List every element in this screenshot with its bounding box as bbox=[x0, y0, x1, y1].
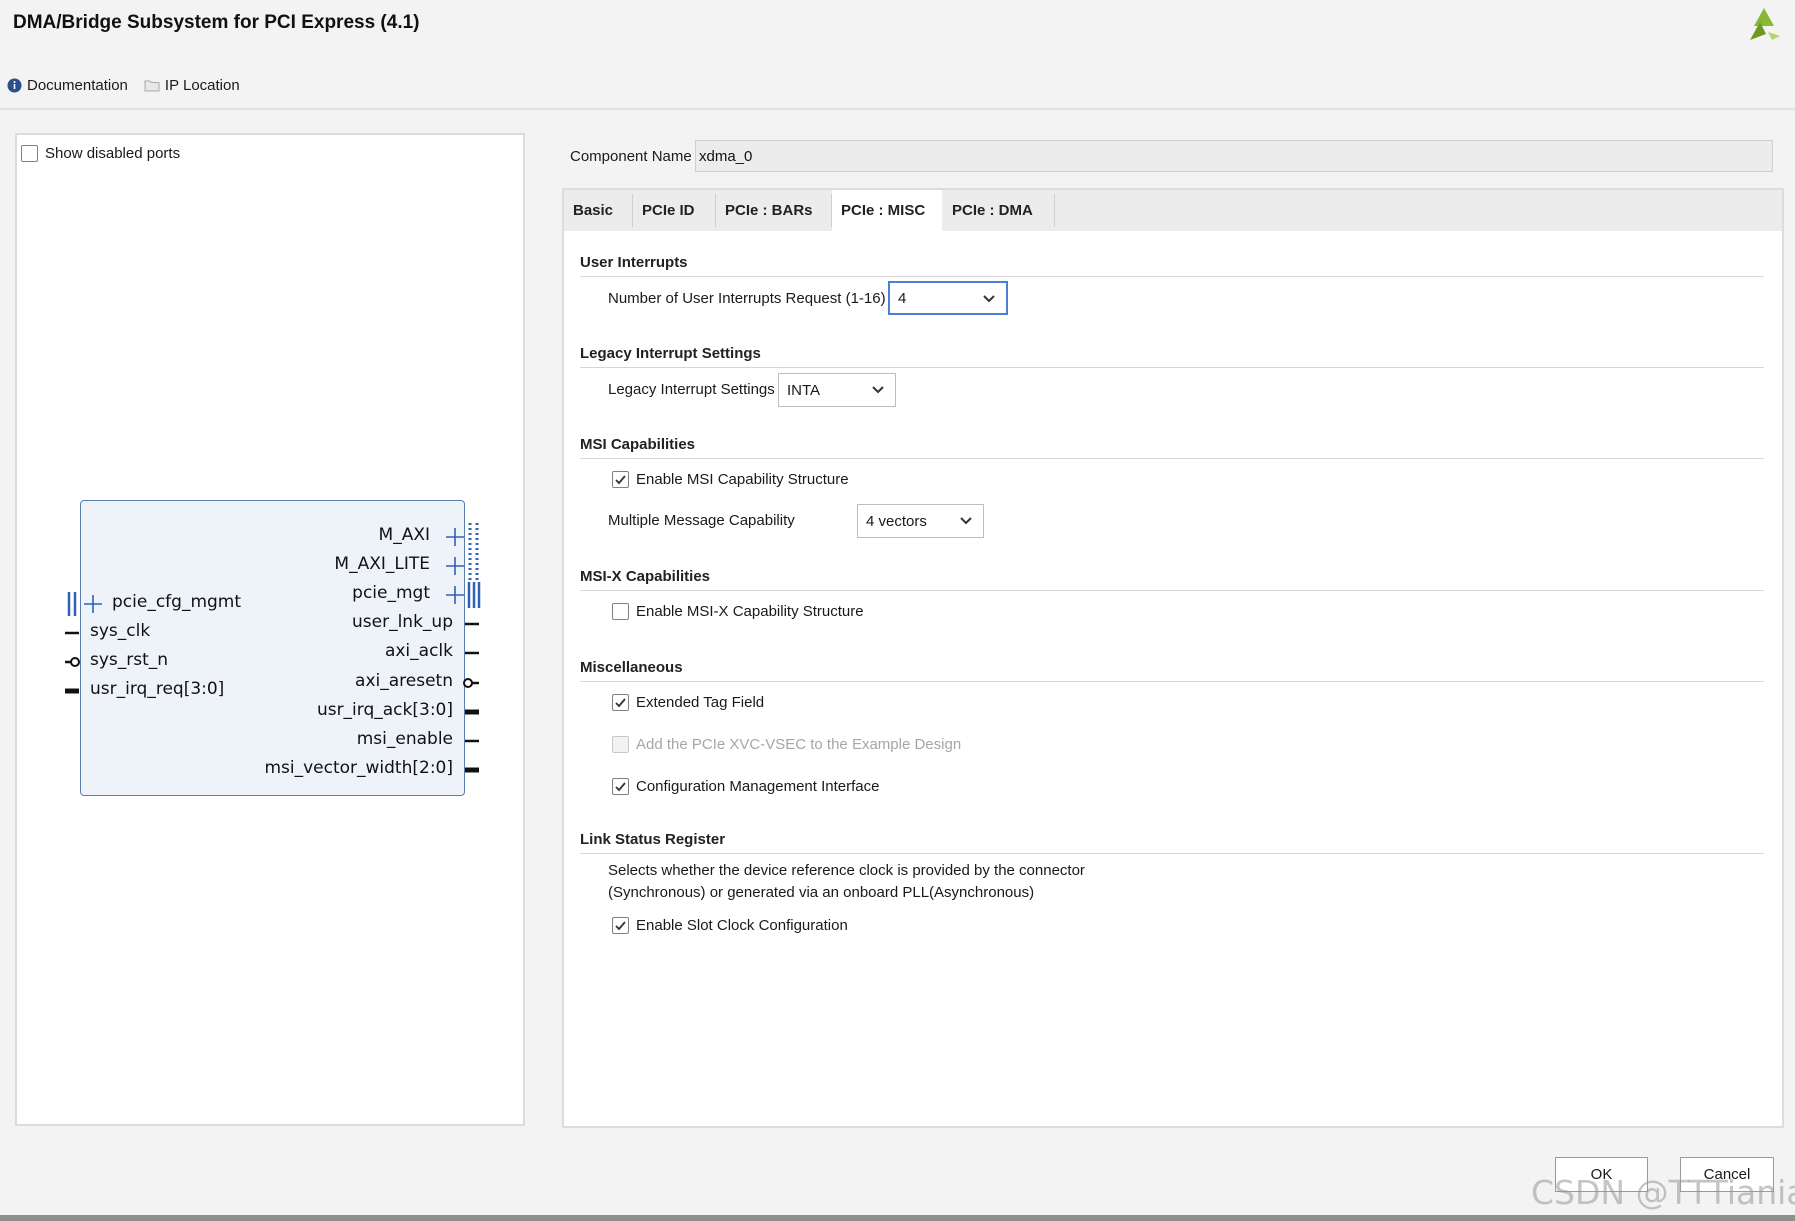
section-title: Legacy Interrupt Settings bbox=[580, 345, 761, 362]
legacy-interrupts-label: Legacy Interrupt Settings bbox=[608, 381, 775, 398]
section-divider bbox=[580, 681, 1764, 682]
link-status-desc-line2: (Synchronous) or generated via an onboar… bbox=[608, 884, 1035, 901]
config-panel: Basic PCIe ID PCIe : BARs PCIe : MISC PC… bbox=[562, 188, 1784, 1128]
link-status-description: Selects whether the device reference clo… bbox=[608, 860, 1085, 904]
xvc-vsec-label: Add the PCIe XVC-VSEC to the Example Des… bbox=[636, 736, 962, 753]
chevron-down-icon bbox=[983, 295, 995, 303]
tab-pcie-id[interactable]: PCIe ID bbox=[633, 190, 715, 231]
section-title: User Interrupts bbox=[580, 254, 688, 271]
tab-pcie-misc[interactable]: PCIe : MISC bbox=[832, 190, 942, 231]
multiple-message-capability-value: 4 vectors bbox=[866, 512, 927, 530]
tab-bar: Basic PCIe ID PCIe : BARs PCIe : MISC PC… bbox=[564, 190, 1782, 231]
user-interrupts-value: 4 bbox=[898, 289, 907, 307]
port-usr-irq-ack[interactable]: usr_irq_ack[3:0] bbox=[317, 700, 453, 720]
documentation-link[interactable]: Documentation bbox=[7, 77, 128, 94]
cfg-mgmt-checkbox[interactable] bbox=[612, 778, 629, 795]
checkmark-icon bbox=[615, 782, 626, 792]
bottom-bar bbox=[0, 1215, 1795, 1221]
port-sys-clk[interactable]: sys_clk bbox=[90, 621, 150, 641]
component-name-input[interactable]: xdma_0 bbox=[695, 140, 1773, 172]
port-sys-rst-n[interactable]: sys_rst_n bbox=[90, 650, 168, 670]
info-icon bbox=[7, 78, 22, 93]
user-interrupts-select[interactable]: 4 bbox=[888, 281, 1008, 315]
component-name-label: Component Name bbox=[570, 148, 692, 165]
slot-clock-row[interactable]: Enable Slot Clock Configuration bbox=[612, 917, 848, 934]
multiple-message-capability-select[interactable]: 4 vectors bbox=[857, 504, 984, 538]
section-msi-capabilities: MSI Capabilities bbox=[580, 436, 1764, 459]
checkmark-icon bbox=[615, 698, 626, 708]
section-title: Miscellaneous bbox=[580, 659, 683, 676]
section-link-status: Link Status Register bbox=[580, 831, 1764, 854]
port-m-axi-lite[interactable]: M_AXI_LITE bbox=[334, 554, 430, 574]
ip-symbol-panel: Show disabled ports pcie_cfg_mgmt sys_cl… bbox=[15, 133, 525, 1126]
extended-tag-row[interactable]: Extended Tag Field bbox=[612, 694, 764, 711]
port-pcie-mgt[interactable]: pcie_mgt bbox=[352, 583, 430, 603]
enable-msix-checkbox[interactable] bbox=[612, 603, 629, 620]
section-divider bbox=[580, 276, 1764, 277]
section-user-interrupts: User Interrupts bbox=[580, 254, 1764, 277]
folder-icon bbox=[144, 79, 160, 92]
xvc-vsec-checkbox bbox=[612, 736, 629, 753]
legacy-interrupts-select[interactable]: INTA bbox=[778, 373, 896, 407]
port-msi-enable[interactable]: msi_enable bbox=[357, 729, 453, 749]
section-divider bbox=[580, 367, 1764, 368]
port-usr-irq-req[interactable]: usr_irq_req[3:0] bbox=[90, 679, 224, 699]
enable-msix-label: Enable MSI-X Capability Structure bbox=[636, 603, 864, 620]
ip-location-link[interactable]: IP Location bbox=[144, 77, 240, 94]
section-legacy-interrupts: Legacy Interrupt Settings bbox=[580, 345, 1764, 368]
top-links: Documentation IP Location bbox=[7, 77, 256, 94]
enable-msi-label: Enable MSI Capability Structure bbox=[636, 471, 849, 488]
header-separator bbox=[0, 108, 1795, 110]
tab-basic[interactable]: Basic bbox=[564, 190, 632, 231]
port-axi-aclk[interactable]: axi_aclk bbox=[385, 641, 453, 661]
user-interrupts-label: Number of User Interrupts Request (1-16) bbox=[608, 290, 886, 307]
link-status-desc-line1: Selects whether the device reference clo… bbox=[608, 862, 1085, 879]
slot-clock-checkbox[interactable] bbox=[612, 917, 629, 934]
section-divider bbox=[580, 458, 1764, 459]
enable-msi-row[interactable]: Enable MSI Capability Structure bbox=[612, 471, 849, 488]
xvc-vsec-row: Add the PCIe XVC-VSEC to the Example Des… bbox=[612, 736, 961, 753]
legacy-interrupts-value: INTA bbox=[787, 381, 821, 399]
chevron-down-icon bbox=[872, 386, 884, 394]
section-divider bbox=[580, 590, 1764, 591]
port-axi-aresetn[interactable]: axi_aresetn bbox=[355, 671, 453, 691]
cfg-mgmt-label: Configuration Management Interface bbox=[636, 778, 880, 795]
window-title: DMA/Bridge Subsystem for PCI Express (4.… bbox=[13, 12, 420, 33]
cfg-mgmt-row[interactable]: Configuration Management Interface bbox=[612, 778, 879, 795]
ip-location-label: IP Location bbox=[164, 77, 240, 94]
enable-msix-row[interactable]: Enable MSI-X Capability Structure bbox=[612, 603, 864, 620]
tab-pcie-dma[interactable]: PCIe : DMA bbox=[943, 190, 1054, 231]
checkmark-icon bbox=[615, 475, 626, 485]
section-miscellaneous: Miscellaneous bbox=[580, 659, 1764, 682]
watermark: CSDN @TTTianial bbox=[1531, 1173, 1795, 1212]
extended-tag-label: Extended Tag Field bbox=[636, 694, 765, 711]
port-pcie-cfg-mgmt[interactable]: pcie_cfg_mgmt bbox=[112, 592, 241, 612]
tab-divider bbox=[1054, 194, 1055, 227]
multiple-message-capability-label: Multiple Message Capability bbox=[608, 512, 795, 529]
enable-msi-checkbox[interactable] bbox=[612, 471, 629, 488]
port-user-lnk-up[interactable]: user_lnk_up bbox=[352, 612, 453, 632]
section-title: MSI Capabilities bbox=[580, 436, 696, 453]
slot-clock-label: Enable Slot Clock Configuration bbox=[636, 917, 848, 934]
chevron-down-icon bbox=[960, 517, 972, 525]
xilinx-logo-icon bbox=[1750, 8, 1780, 40]
section-msix-capabilities: MSI-X Capabilities bbox=[580, 568, 1764, 591]
documentation-label: Documentation bbox=[27, 77, 128, 94]
port-m-axi[interactable]: M_AXI bbox=[379, 525, 430, 545]
extended-tag-checkbox[interactable] bbox=[612, 694, 629, 711]
checkmark-icon bbox=[615, 921, 626, 931]
port-msi-vector-width[interactable]: msi_vector_width[2:0] bbox=[264, 758, 453, 778]
section-title: MSI-X Capabilities bbox=[580, 568, 711, 585]
section-title: Link Status Register bbox=[580, 831, 726, 848]
tab-pcie-bars[interactable]: PCIe : BARs bbox=[716, 190, 831, 231]
section-divider bbox=[580, 853, 1764, 854]
